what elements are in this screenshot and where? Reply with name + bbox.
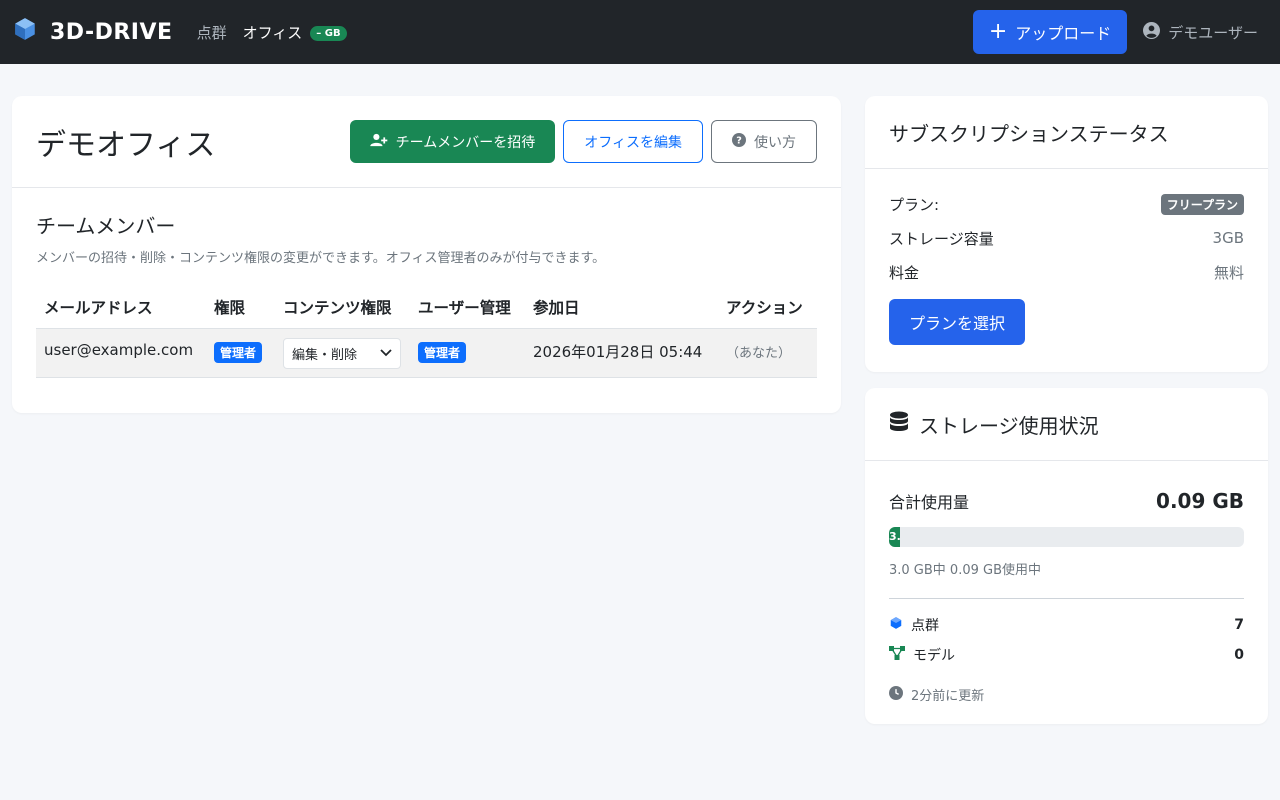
members-section-title: チームメンバー [36,214,176,238]
storage-capacity-value: 3GB [1212,229,1244,247]
members-section-description: メンバーの招待・削除・コンテンツ権限の変更ができます。オフィス管理者のみが付与で… [36,251,606,266]
plan-label: プラン: [889,195,940,214]
column-header-action: アクション [726,298,803,317]
storage-capacity-row: ストレージ容量 3GB [889,229,1244,248]
price-label: 料金 [889,263,920,282]
table-header-row: メールアドレス 権限 コンテンツ権限 ユーザー管理 参加日 アクション [36,286,817,328]
member-email: user@example.com [36,327,206,378]
storage-progress-bar: 3. [889,527,1244,547]
brand[interactable]: 3D-DRIVE [12,16,173,48]
pointcloud-count: 7 [1234,617,1244,633]
edit-office-button[interactable]: オフィスを編集 [563,120,703,163]
divider [889,598,1244,599]
user-menu[interactable]: デモユーザー [1143,21,1268,43]
office-storage-badge: – GB [310,25,347,41]
members-table: メールアドレス 権限 コンテンツ権限 ユーザー管理 参加日 アクション user… [36,286,817,378]
usage-text: 3.0 GB中 0.09 GB使用中 [889,563,1042,578]
page-title: デモオフィス [36,127,216,163]
price-row: 料金 無料 [889,263,1244,282]
office-header: デモオフィス チームメンバーを招待 オフィスを編集 ? 使い方 [12,96,841,188]
total-usage-label: 合計使用量 [889,493,970,512]
total-usage-value: 0.09 GB [1156,489,1244,513]
nav-link-office[interactable]: オフィス – GB [243,22,347,43]
pointcloud-label: 点群 [911,618,939,634]
top-navbar: 3D-DRIVE 点群 オフィス – GB + アップロード デモユーザー [0,0,1280,64]
subscription-card-header: サブスクリプションステータス [865,96,1268,169]
database-icon [889,411,909,438]
user-management-badge: 管理者 [418,341,467,363]
storage-capacity-label: ストレージ容量 [889,229,994,248]
last-updated: 2分前に更新 [889,685,1244,704]
storage-card: ストレージ使用状況 合計使用量 0.09 GB 3. 3.0 GB中 0.09 … [865,388,1268,724]
nav-link-pointcloud[interactable]: 点群 [197,22,227,43]
svg-text:?: ? [736,135,742,146]
edit-office-label: オフィスを編集 [584,134,682,151]
upload-button-label: アップロード [1015,24,1112,43]
list-item: モデル 0 [889,646,1244,664]
user-name: デモユーザー [1168,23,1258,42]
help-button[interactable]: ? 使い方 [711,120,817,163]
plan-row: プラン: フリープラン [889,193,1244,215]
upload-button[interactable]: + アップロード [972,10,1128,54]
column-header-joined: 参加日 [533,298,580,317]
list-item: 点群 7 [889,616,1244,634]
member-joined-date: 2026年01月28日 05:44 [525,327,718,378]
cube-logo-icon [12,16,38,48]
column-header-email: メールアドレス [44,298,153,317]
office-card: デモオフィス チームメンバーを招待 オフィスを編集 ? 使い方 チームメンバー … [12,96,841,413]
help-button-label: 使い方 [754,134,796,151]
storage-title: ストレージ使用状況 [919,413,1099,438]
brand-name: 3D-DRIVE [50,19,173,45]
column-header-user-management: ユーザー管理 [418,298,511,317]
plus-icon: + [988,19,1008,44]
chevron-down-icon [380,346,392,361]
subscription-card: サブスクリプションステータス プラン: フリープラン ストレージ容量 3GB 料… [865,96,1268,372]
nav-link-office-label: オフィス [242,23,303,42]
content-permission-value: 編集・削除 [292,347,358,363]
content-permission-select[interactable]: 編集・削除 [283,337,401,369]
select-plan-button[interactable]: プランを選択 [889,299,1026,345]
user-plus-icon [369,133,388,151]
invite-member-button[interactable]: チームメンバーを招待 [349,120,556,163]
model-icon [889,646,905,664]
role-badge: 管理者 [214,341,263,363]
storage-progress-fill: 3. [889,527,900,547]
question-circle-icon: ? [732,132,746,151]
plan-badge: フリープラン [1160,193,1244,215]
price-value: 無料 [1213,263,1244,282]
model-label: モデル [913,648,955,664]
subscription-title: サブスクリプションステータス [889,121,1169,146]
clock-icon [889,685,903,704]
user-circle-icon [1143,21,1161,43]
column-header-role: 権限 [214,298,246,317]
storage-card-header: ストレージ使用状況 [865,388,1268,461]
model-count: 0 [1234,647,1244,663]
last-updated-text: 2分前に更新 [911,689,985,704]
cube-icon [889,616,903,634]
column-header-content-permission: コンテンツ権限 [283,298,392,317]
table-row: user@example.com 管理者 編集・削除 管理者 2026年01月2… [36,327,817,378]
member-action-you: （あなた） [726,345,792,361]
invite-member-label: チームメンバーを招待 [395,134,536,151]
